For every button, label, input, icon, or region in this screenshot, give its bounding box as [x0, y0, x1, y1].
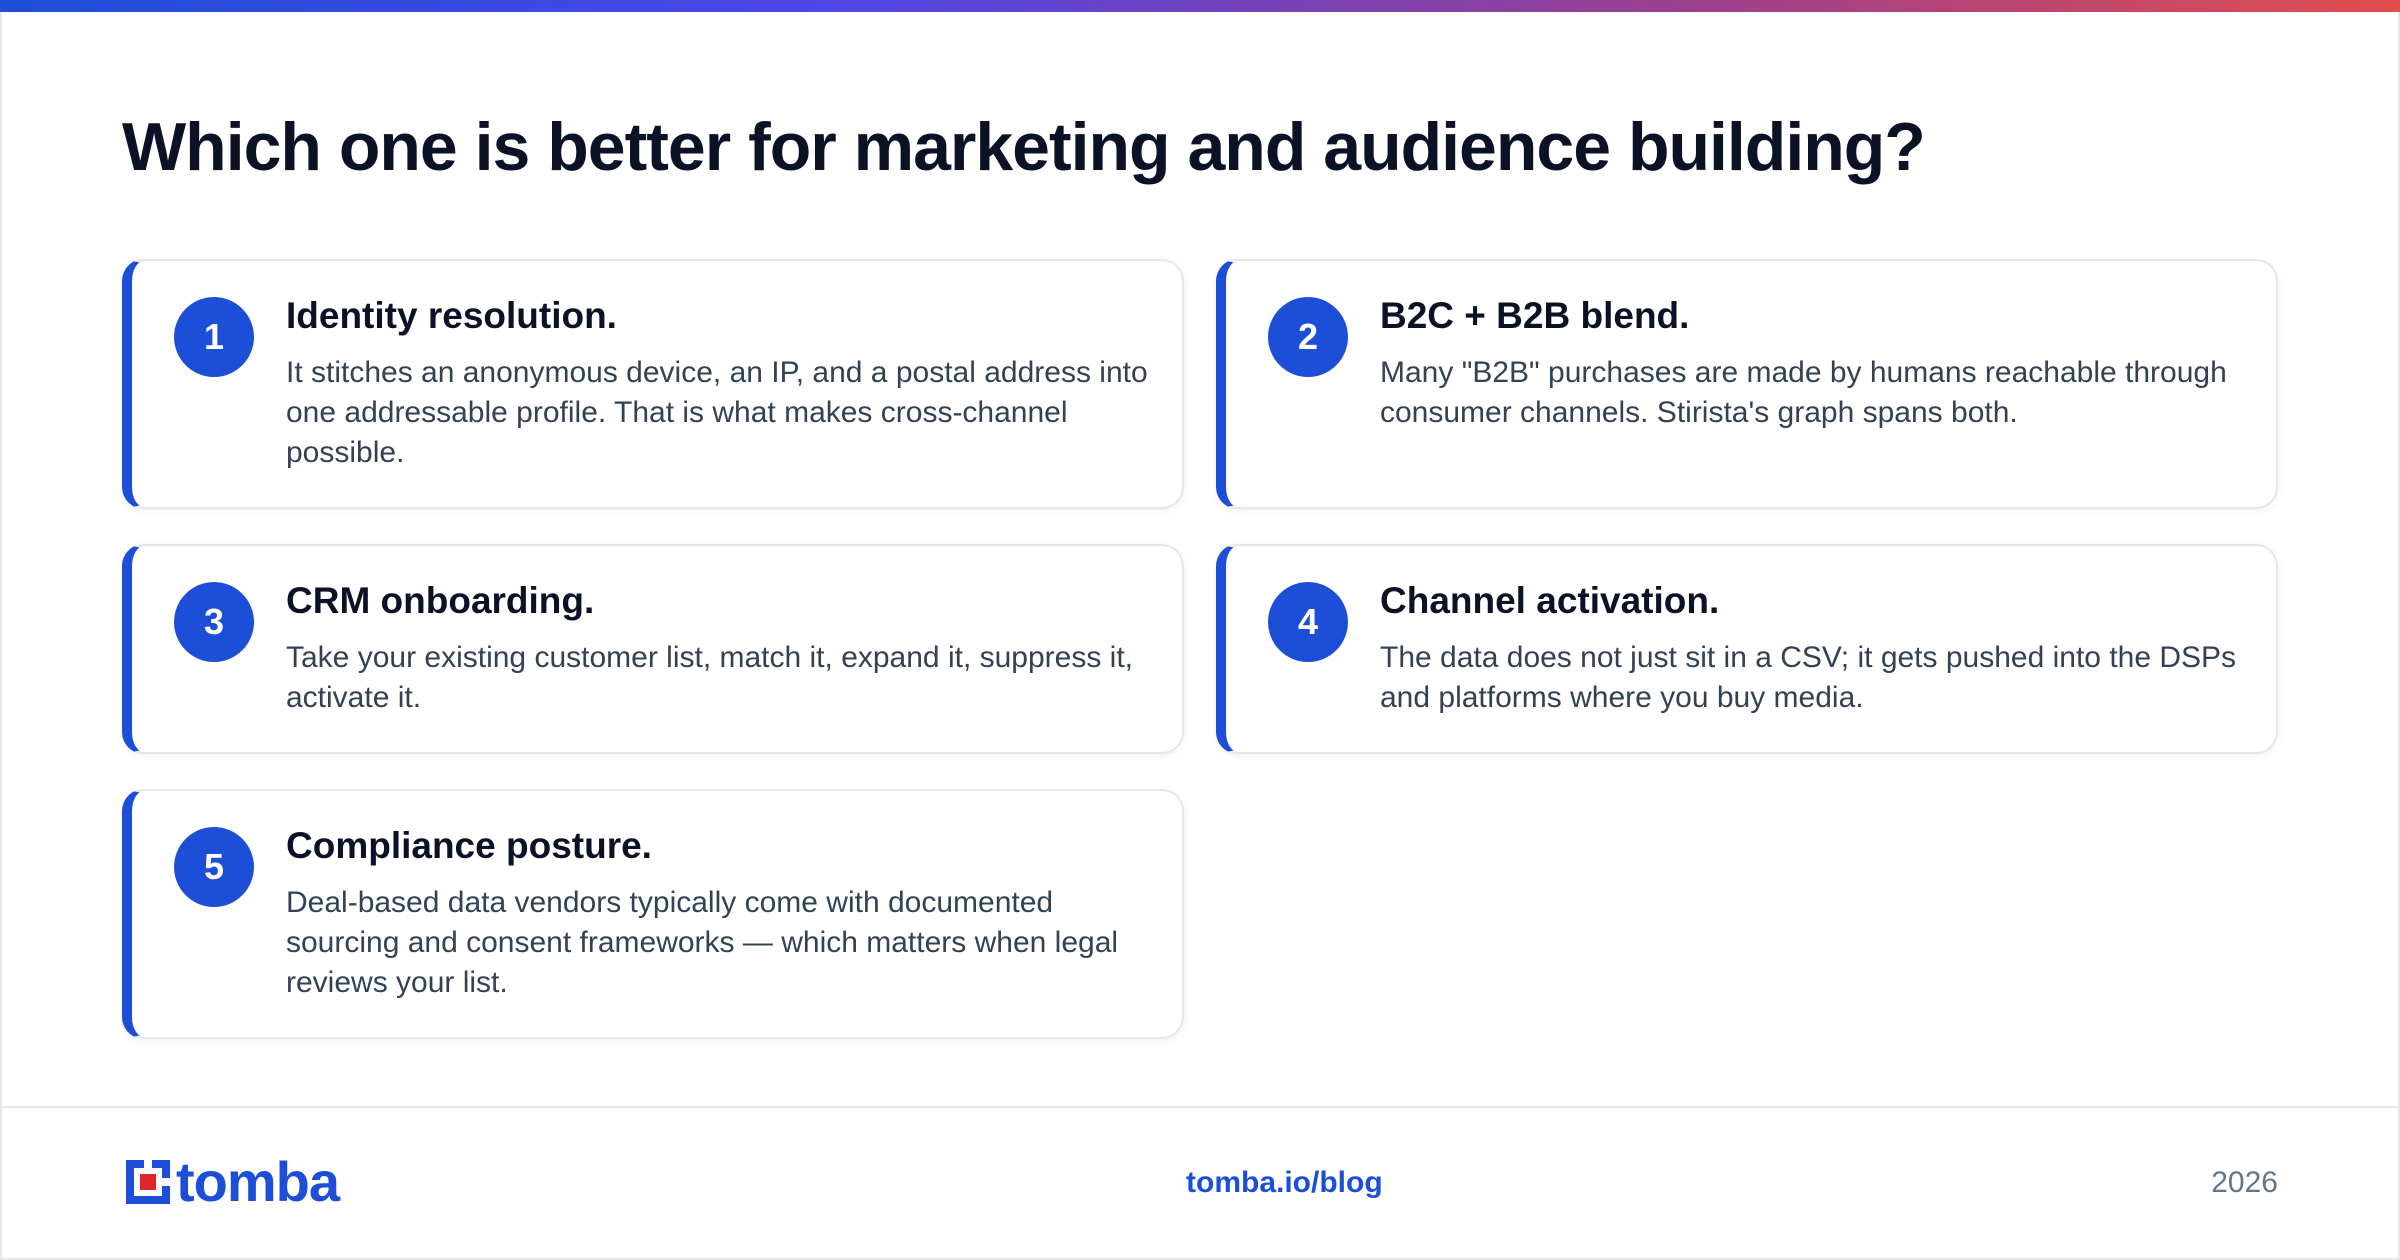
card-channel-activation: 4 Channel activation. The data does not …: [1216, 544, 2278, 754]
blog-link[interactable]: tomba.io/blog: [1186, 1166, 1383, 1200]
tomba-logo-icon: [126, 1156, 174, 1204]
card-number-badge: 1: [174, 297, 254, 377]
page-title: Which one is better for marketing and au…: [122, 109, 1926, 185]
card-number-badge: 2: [1268, 297, 1348, 377]
card-body: Deal-based data vendors typically come w…: [286, 886, 1119, 999]
card-crm-onboarding: 3 CRM onboarding. Take your existing cus…: [122, 544, 1184, 754]
card-body: The data does not just sit in a CSV; it …: [1380, 641, 2237, 714]
logo-wordmark: tomba: [176, 1150, 340, 1213]
card-heading: CRM onboarding.: [286, 580, 595, 621]
footer-divider: [0, 1106, 2400, 1108]
card-heading: Compliance posture.: [286, 825, 652, 866]
card-number-badge: 3: [174, 582, 254, 662]
card-body: Take your existing customer list, match …: [286, 641, 1134, 714]
card-body: It stitches an anonymous device, an IP, …: [286, 356, 1148, 469]
tomba-logo[interactable]: tomba: [122, 1150, 340, 1213]
card-heading: Channel activation.: [1380, 580, 1720, 621]
card-b2c-b2b-blend: 2 B2C + B2B blend. Many "B2B" purchases …: [1216, 259, 2278, 509]
footer-year: 2026: [2211, 1166, 2278, 1199]
card-body: Many "B2B" purchases are made by humans …: [1380, 356, 2227, 429]
top-gradient-bar: [0, 0, 2400, 12]
card-number-badge: 5: [174, 827, 254, 907]
card-heading: B2C + B2B blend.: [1380, 295, 1690, 336]
card-number-badge: 4: [1268, 582, 1348, 662]
card-identity-resolution: 1 Identity resolution. It stitches an an…: [122, 259, 1184, 509]
card-compliance-posture: 5 Compliance posture. Deal-based data ve…: [122, 789, 1184, 1039]
card-heading: Identity resolution.: [286, 295, 617, 336]
